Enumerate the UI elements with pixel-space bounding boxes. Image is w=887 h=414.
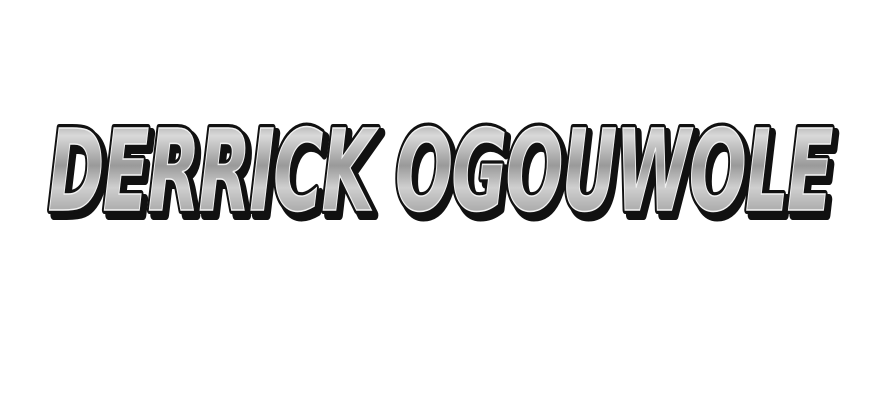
canvas: DERRICK OGOUWOLE DERRICK OGOUWOLE DERRIC… <box>0 0 887 414</box>
name-logo: DERRICK OGOUWOLE DERRICK OGOUWOLE DERRIC… <box>44 103 844 247</box>
logo-text: DERRICK OGOUWOLE <box>48 107 833 237</box>
